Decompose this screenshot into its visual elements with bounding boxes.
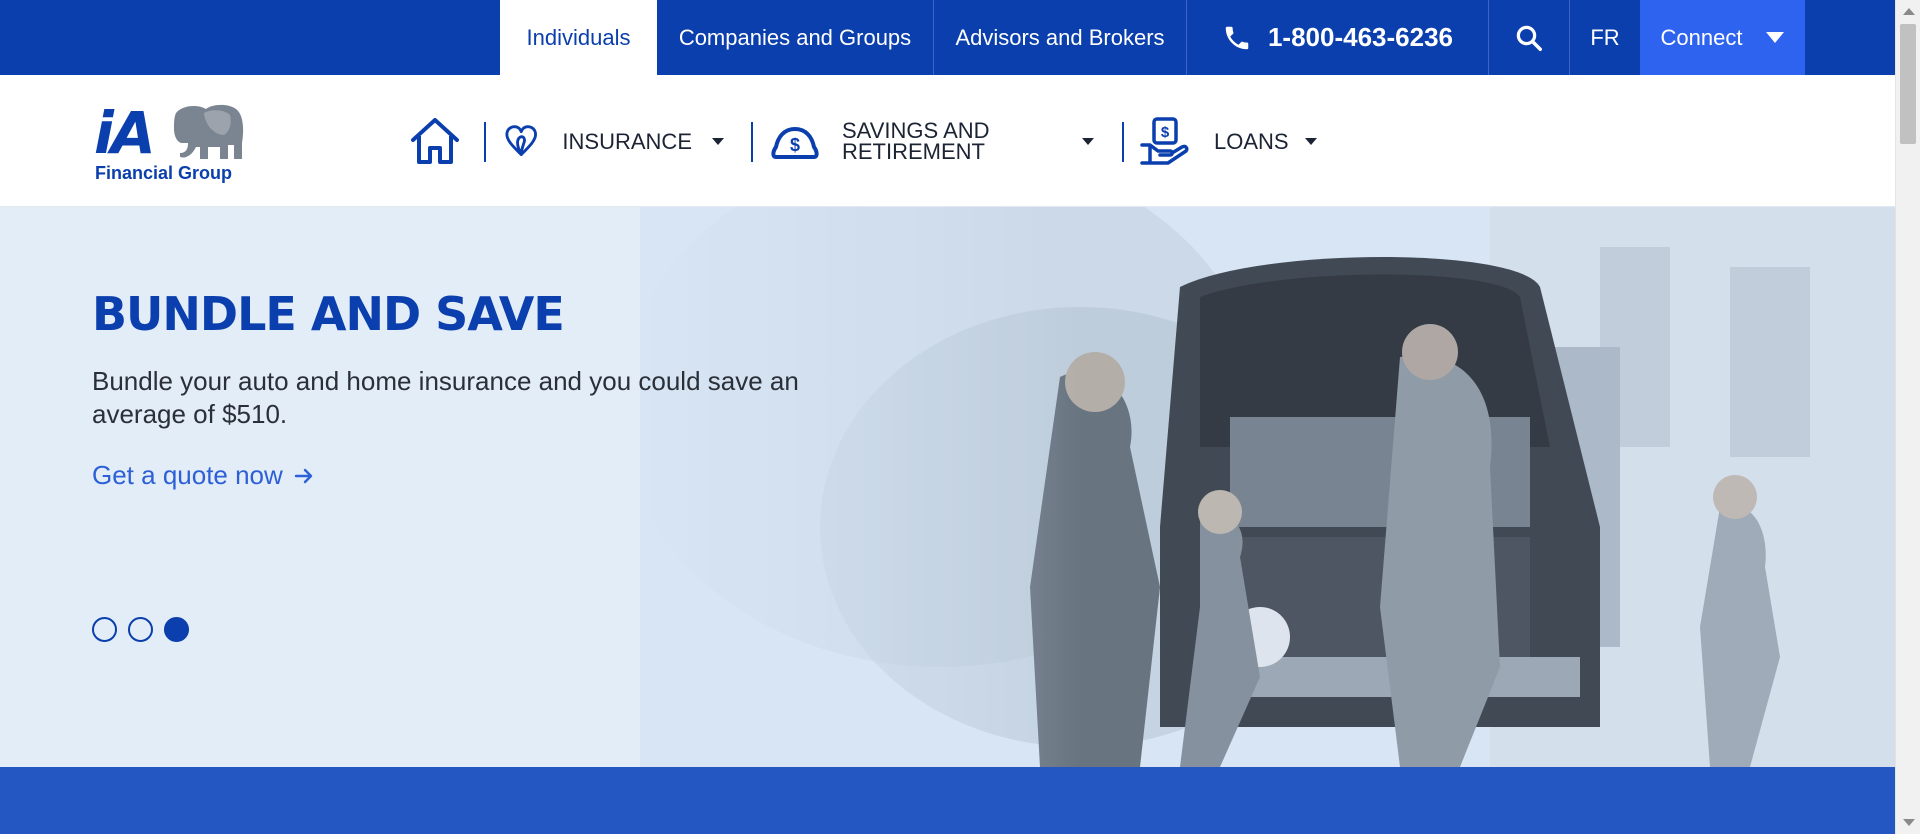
phone-number: 1-800-463-6236 (1267, 22, 1454, 52)
search-icon (1516, 25, 1542, 51)
svg-text:$: $ (1161, 124, 1170, 141)
scroll-thumb[interactable] (1900, 24, 1916, 144)
nav-home[interactable] (408, 75, 464, 207)
carousel-pagination (92, 617, 189, 642)
tab-companies-label: Companies and Groups (678, 24, 912, 50)
home-icon (411, 118, 459, 164)
phone-link[interactable]: 1-800-463-6236 (1187, 0, 1489, 75)
arrow-right-icon (294, 468, 313, 483)
nav-insurance-label: INSURANCE (562, 128, 692, 154)
connect-label: Connect (1660, 24, 1743, 50)
carousel-dot-2[interactable] (128, 617, 153, 642)
logo-mark: iA (94, 99, 156, 167)
carousel-dot-3[interactable] (164, 617, 189, 642)
tab-individuals-label: Individuals (526, 24, 631, 50)
nav-divider (484, 122, 486, 162)
language-label: FR (1590, 24, 1620, 50)
elephant-logo-icon (174, 104, 244, 159)
audience-tabs: Individuals Companies and Groups Advisor… (500, 0, 1805, 75)
nav-insurance[interactable]: INSURANCE (504, 75, 724, 207)
nav-loans-label: LOANS (1214, 128, 1289, 154)
money-bag-icon: $ (771, 127, 819, 159)
heart-icon (505, 125, 537, 157)
hero-description: Bundle your auto and home insurance and … (92, 366, 799, 429)
page-scrollbar[interactable] (1895, 0, 1920, 834)
language-toggle[interactable]: FR (1570, 0, 1640, 75)
nav-savings-label: SAVINGS AND RETIREMENT (842, 118, 990, 164)
carousel-dot-1[interactable] (92, 617, 117, 642)
svg-text:$: $ (790, 135, 800, 155)
tab-advisors-and-brokers[interactable]: Advisors and Brokers (934, 0, 1187, 75)
site-header: iA Financial Group INSURANCE $ SAVINGS A… (0, 75, 1895, 207)
get-quote-label: Get a quote now (92, 460, 283, 490)
search-button[interactable] (1489, 0, 1570, 75)
chevron-down-icon (712, 137, 724, 145)
tab-individuals[interactable]: Individuals (500, 0, 657, 75)
logo-subtitle: Financial Group (95, 163, 233, 183)
phone-icon (1225, 26, 1249, 49)
nav-divider (751, 122, 753, 162)
nav-loans[interactable]: $ LOANS (1140, 75, 1320, 207)
hand-money-icon: $ (1140, 117, 1189, 165)
hero-family-car-image (640, 207, 1895, 767)
top-bar: Individuals Companies and Groups Advisor… (0, 0, 1895, 75)
chevron-down-icon (1766, 32, 1785, 43)
get-quote-link[interactable]: Get a quote now (92, 460, 315, 491)
nav-savings-and-retirement[interactable]: $ SAVINGS AND RETIREMENT (770, 75, 1094, 207)
nav-savings-label-line1: SAVINGS AND (842, 118, 990, 143)
chevron-down-icon (1304, 137, 1317, 145)
nav-savings-label-line2: RETIREMENT (842, 139, 985, 164)
tab-companies-and-groups[interactable]: Companies and Groups (657, 0, 934, 75)
chevron-down-icon (1082, 138, 1094, 145)
hero-title: BUNDLE AND SAVE (92, 287, 565, 341)
scroll-up-arrow-icon[interactable] (1903, 8, 1915, 15)
ia-logo[interactable]: iA Financial Group (94, 99, 254, 185)
hero-banner: BUNDLE AND SAVE Bundle your auto and hom… (0, 207, 1895, 767)
section-band (0, 767, 1895, 834)
tab-advisors-label: Advisors and Brokers (955, 24, 1165, 50)
scroll-down-arrow-icon[interactable] (1903, 819, 1915, 826)
nav-divider (1122, 122, 1124, 162)
connect-button[interactable]: Connect (1640, 0, 1805, 75)
